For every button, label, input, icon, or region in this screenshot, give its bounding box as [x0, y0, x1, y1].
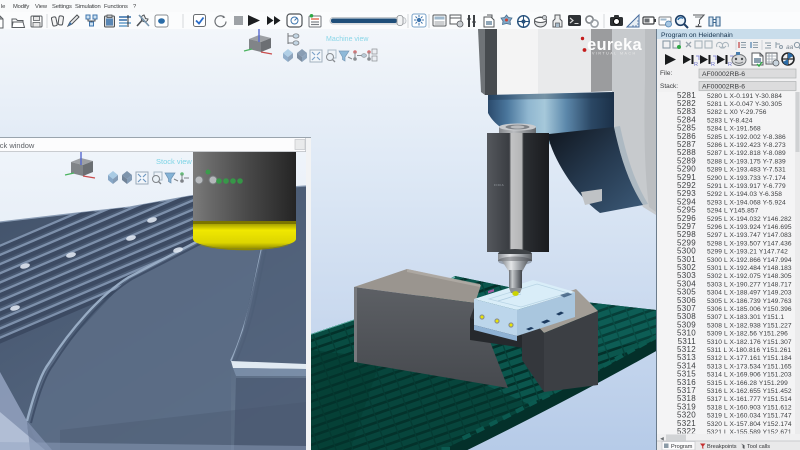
svg-text:5299 L X-193.21 Y147.742: 5299 L X-193.21 Y147.742	[707, 249, 788, 256]
svg-text:5316 L X-162.655 Y151.452: 5316 L X-162.655 Y151.452	[707, 388, 792, 395]
svg-text:5296 L X-193.924 Y146.695: 5296 L X-193.924 Y146.695	[707, 224, 792, 231]
svg-text:Machine view: Machine view	[326, 36, 369, 43]
svg-text:VIRTUAL MACH: VIRTUAL MACH	[592, 52, 637, 56]
svg-text:5317 L X-161.777 Y151.514: 5317 L X-161.777 Y151.514	[707, 396, 792, 403]
svg-text:5297 L X-193.747 Y147.083: 5297 L X-193.747 Y147.083	[707, 232, 792, 239]
svg-text:AF00002RB-6: AF00002RB-6	[702, 84, 745, 91]
svg-text:Breakpoints: Breakpoints	[707, 444, 737, 450]
svg-text:5305 L X-186.739 Y149.763: 5305 L X-186.739 Y149.763	[707, 298, 792, 305]
svg-text:5309 L X-182.56 Y151.296: 5309 L X-182.56 Y151.296	[707, 331, 788, 338]
svg-text:5288 L X-193.175 Y-7.839: 5288 L X-193.175 Y-7.839	[707, 158, 786, 165]
svg-text:5300 L X-192.866 Y147.994: 5300 L X-192.866 Y147.994	[707, 257, 792, 264]
svg-text:5287 L X-192.818 Y-8.089: 5287 L X-192.818 Y-8.089	[707, 150, 786, 157]
svg-text:aa: aa	[786, 44, 794, 51]
svg-text:5313 L X-173.534 Y151.165: 5313 L X-173.534 Y151.165	[707, 363, 792, 370]
svg-text:5282 L X0 Y-29.756: 5282 L X0 Y-29.756	[707, 109, 767, 116]
svg-text:5294 L Y145.857: 5294 L Y145.857	[707, 208, 759, 215]
svg-text:FIDIA: FIDIA	[494, 183, 504, 187]
svg-text:5311 L X-180.816 Y151.261: 5311 L X-180.816 Y151.261	[707, 347, 791, 354]
svg-text:5318 L X-160.903 Y151.612: 5318 L X-160.903 Y151.612	[707, 404, 792, 411]
svg-text:5295 L X-194.032 Y146.282: 5295 L X-194.032 Y146.282	[707, 216, 792, 223]
svg-text:le: le	[1, 4, 5, 10]
svg-text:5280 L X-0.191 Y-30.884: 5280 L X-0.191 Y-30.884	[707, 93, 782, 100]
svg-text:Settings: Settings	[52, 4, 72, 10]
svg-text:5292 L X-194.03 Y-6.358: 5292 L X-194.03 Y-6.358	[707, 191, 782, 198]
svg-text:Stack:: Stack:	[660, 83, 678, 90]
svg-text:5302 L X-192.075 Y148.305: 5302 L X-192.075 Y148.305	[707, 273, 792, 280]
svg-text:Functions: Functions	[104, 4, 128, 10]
svg-text:5319 L X-160.034 Y151.747: 5319 L X-160.034 Y151.747	[707, 413, 792, 420]
svg-text:5301 L X-192.484 Y148.183: 5301 L X-192.484 Y148.183	[707, 265, 792, 272]
svg-text:Stock window: Stock window	[0, 141, 35, 150]
svg-text:5281 L X-0.047 Y-30.305: 5281 L X-0.047 Y-30.305	[707, 101, 782, 108]
svg-text:5303 L X-190.277 Y148.717: 5303 L X-190.277 Y148.717	[707, 281, 792, 288]
svg-text:5285 L X-192.002 Y-8.386: 5285 L X-192.002 Y-8.386	[707, 134, 786, 141]
svg-text:5310 L X-182.176 Y151.307: 5310 L X-182.176 Y151.307	[707, 339, 792, 346]
svg-text:View: View	[35, 4, 48, 10]
svg-text:5308 L X-182.938 Y151.227: 5308 L X-182.938 Y151.227	[707, 322, 792, 329]
svg-text:R: R	[728, 62, 732, 68]
svg-text:Modify: Modify	[13, 4, 29, 10]
svg-text:5314 L X-169.906 Y151.203: 5314 L X-169.906 Y151.203	[707, 372, 792, 379]
svg-text:AF00002RB-6: AF00002RB-6	[702, 71, 745, 78]
svg-text:5286 L X-192.423 Y-8.273: 5286 L X-192.423 Y-8.273	[707, 142, 786, 149]
svg-text:5307 L X-183.301 Y151.1: 5307 L X-183.301 Y151.1	[707, 314, 784, 321]
svg-text:R: R	[711, 62, 715, 68]
svg-text:5306 L X-185.006 Y150.396: 5306 L X-185.006 Y150.396	[707, 306, 792, 313]
svg-text:R: R	[694, 62, 698, 68]
svg-text:Tool calls: Tool calls	[747, 444, 770, 450]
svg-text:5304 L X-188.497 Y149.203: 5304 L X-188.497 Y149.203	[707, 290, 792, 297]
svg-text:5312 L X-177.161 Y151.184: 5312 L X-177.161 Y151.184	[707, 355, 792, 362]
svg-text:5284 L X-191.568: 5284 L X-191.568	[707, 126, 761, 133]
svg-text:5293 L X-194.068 Y-5.924: 5293 L X-194.068 Y-5.924	[707, 199, 786, 206]
svg-text:5290 L X-193.733 Y-7.174: 5290 L X-193.733 Y-7.174	[707, 175, 786, 182]
svg-text:Stock view: Stock view	[156, 157, 192, 166]
svg-text:Program on Heidenhain: Program on Heidenhain	[661, 32, 733, 39]
svg-text:Simulation: Simulation	[75, 4, 101, 10]
svg-text:5283 L Y-8.424: 5283 L Y-8.424	[707, 117, 753, 124]
svg-text:5315 L X-166.28 Y151.299: 5315 L X-166.28 Y151.299	[707, 380, 788, 387]
svg-text:File:: File:	[660, 70, 672, 77]
svg-text:5298 L X-193.507 Y147.436: 5298 L X-193.507 Y147.436	[707, 240, 792, 247]
svg-text:5320 L X-157.804 Y152.174: 5320 L X-157.804 Y152.174	[707, 421, 792, 428]
svg-text:5291 L X-193.917 Y-6.779: 5291 L X-193.917 Y-6.779	[707, 183, 786, 190]
svg-text:5289 L X-193.483 Y-7.531: 5289 L X-193.483 Y-7.531	[707, 167, 786, 174]
svg-text:Program: Program	[671, 444, 693, 450]
